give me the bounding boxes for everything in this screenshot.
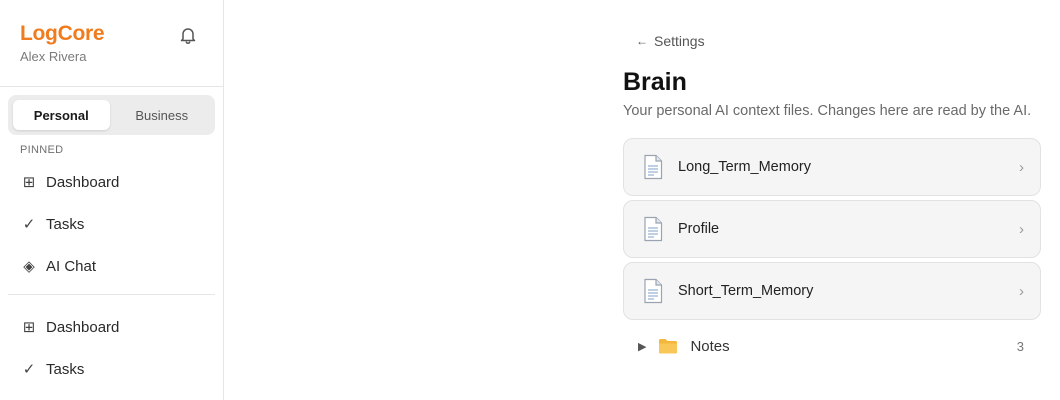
folder-icon xyxy=(659,339,678,354)
file-name: Short_Term_Memory xyxy=(678,283,814,299)
document-icon xyxy=(644,216,663,242)
grid-icon: ⊞ xyxy=(22,319,36,336)
chevron-right-icon: › xyxy=(1019,158,1024,176)
file-row-profile[interactable]: Profile › xyxy=(623,200,1041,258)
check-icon: ✓ xyxy=(22,361,36,378)
file-row-short-term-memory[interactable]: Short_Term_Memory › xyxy=(623,262,1041,320)
document-icon xyxy=(644,278,663,304)
app-root: LogCore Alex Rivera Personal Business PI… xyxy=(0,0,1060,400)
folder-name: Notes xyxy=(690,337,730,355)
page-title: Brain xyxy=(623,68,687,96)
file-name: Long_Term_Memory xyxy=(678,159,811,175)
caret-right-icon[interactable]: ▶ xyxy=(638,340,646,353)
sidebar-divider xyxy=(8,294,215,295)
back-to-settings-link[interactable]: ← Settings xyxy=(636,33,705,49)
sidebar-item-dashboard[interactable]: ⊞ Dashboard xyxy=(8,309,215,345)
document-icon xyxy=(644,154,663,180)
sidebar-item-label: AI Chat xyxy=(46,257,97,275)
sidebar-item-label: Tasks xyxy=(46,360,85,378)
sidebar-item-dashboard-pinned[interactable]: ⊞ Dashboard xyxy=(8,164,215,200)
folder-row-notes[interactable]: ▶ Notes 3 xyxy=(623,328,1041,364)
sidebar: LogCore Alex Rivera Personal Business PI… xyxy=(0,0,224,400)
back-link-label: Settings xyxy=(654,33,705,49)
workspace-switcher: Personal Business xyxy=(8,95,215,135)
page-subtitle: Your personal AI context files. Changes … xyxy=(623,103,1032,119)
sidebar-divider xyxy=(0,86,223,87)
arrow-left-icon: ← xyxy=(636,34,648,48)
grid-icon: ⊞ xyxy=(22,174,36,191)
bell-icon[interactable] xyxy=(178,25,198,45)
sidebar-item-label: Dashboard xyxy=(46,318,120,336)
chevron-right-icon: › xyxy=(1019,282,1024,300)
sidebar-item-label: Dashboard xyxy=(46,173,120,191)
brand: LogCore Alex Rivera xyxy=(20,22,105,65)
sidebar-item-ai-chat-pinned[interactable]: ◈ AI Chat xyxy=(8,248,215,284)
sidebar-item-tasks[interactable]: ✓ Tasks xyxy=(8,351,215,387)
sidebar-item-label: Tasks xyxy=(46,215,85,233)
diamond-icon: ◈ xyxy=(23,258,35,275)
chevron-right-icon: › xyxy=(1019,220,1024,238)
file-name: Profile xyxy=(678,221,720,237)
app-logo-title[interactable]: LogCore xyxy=(20,22,105,46)
check-icon: ✓ xyxy=(22,216,36,233)
sidebar-item-tasks-pinned[interactable]: ✓ Tasks xyxy=(8,206,215,242)
tab-personal[interactable]: Personal xyxy=(13,100,110,130)
pinned-section-label: PINNED xyxy=(20,144,64,156)
folder-count-badge: 3 xyxy=(1016,338,1024,354)
user-name: Alex Rivera xyxy=(20,49,87,64)
tab-business[interactable]: Business xyxy=(114,100,211,130)
file-row-long-term-memory[interactable]: Long_Term_Memory › xyxy=(623,138,1041,196)
